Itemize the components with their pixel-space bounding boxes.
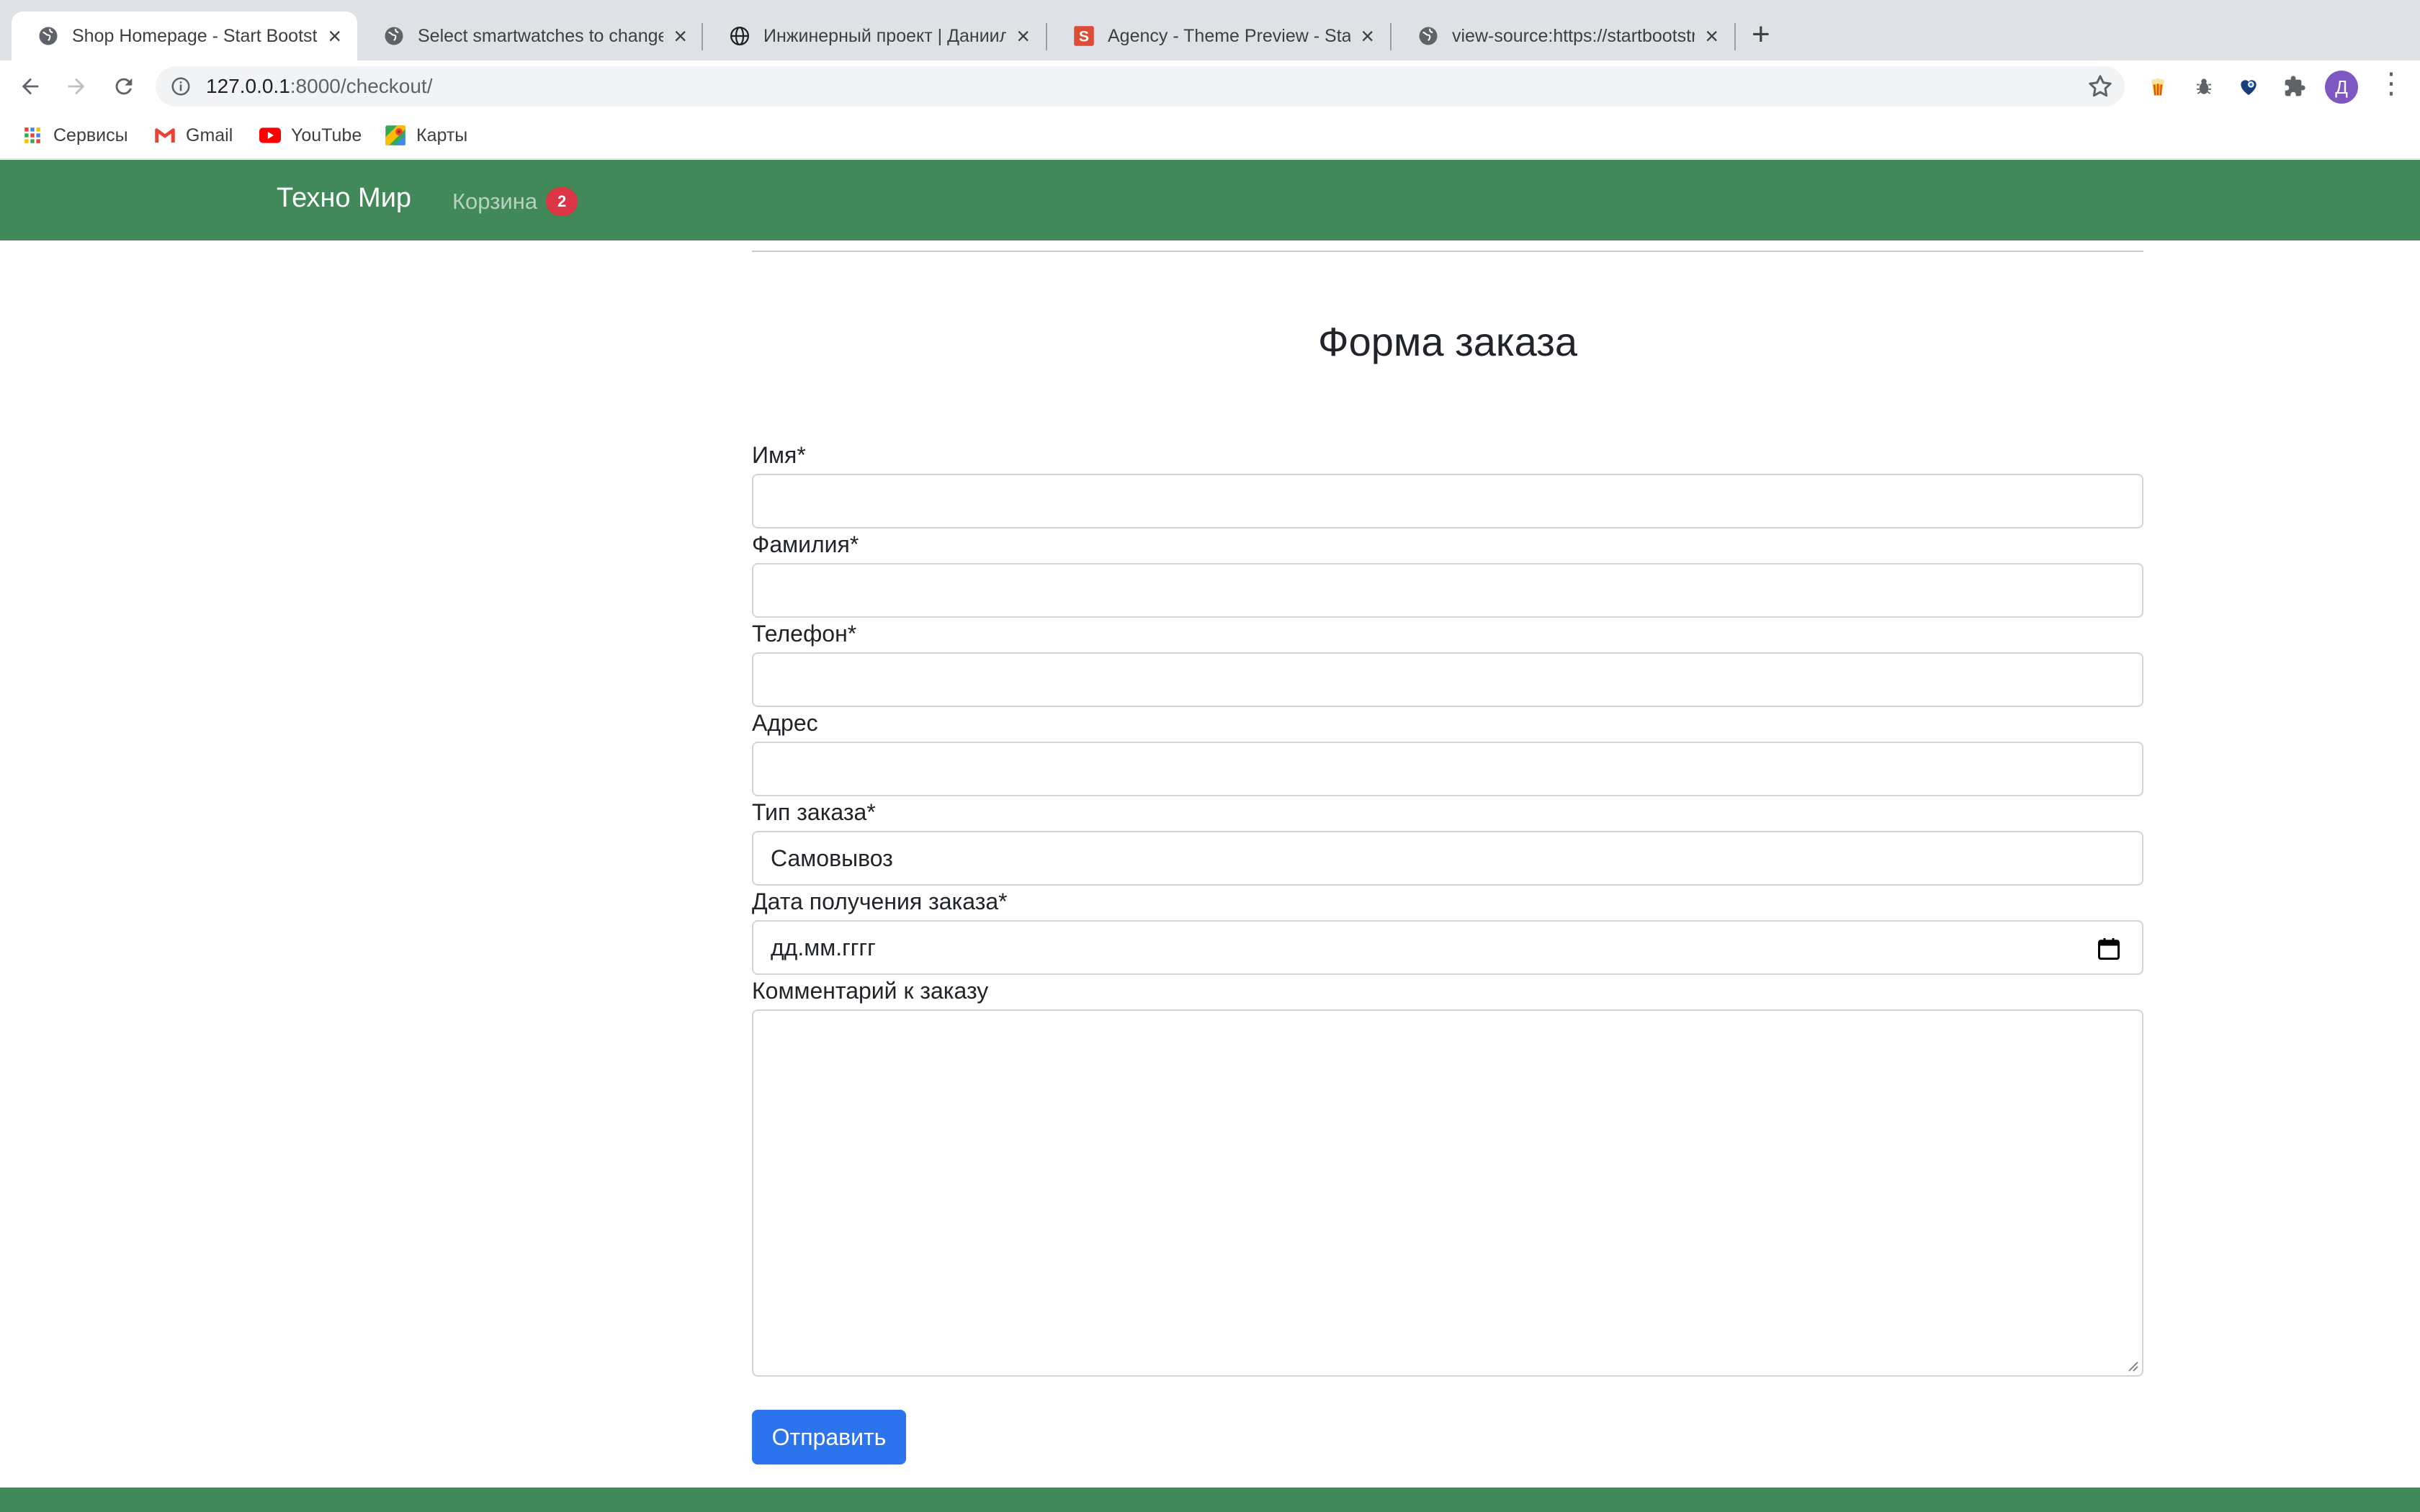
profile-avatar[interactable]: Д bbox=[2325, 71, 2358, 104]
more-menu-icon[interactable]: ⋮ bbox=[2377, 69, 2406, 98]
order-type-select[interactable]: Самовывоз bbox=[752, 831, 2143, 886]
close-icon[interactable]: × bbox=[673, 24, 687, 48]
browser-tab-1[interactable]: Shop Homepage - Start Bootstrap × bbox=[12, 12, 357, 60]
youtube-icon bbox=[259, 125, 281, 146]
startbootstrap-icon: S bbox=[1073, 25, 1095, 47]
new-tab-icon[interactable]: + bbox=[1752, 19, 1770, 50]
tab-title: Shop Homepage - Start Bootstrap bbox=[72, 25, 318, 46]
submit-button[interactable]: Отправить bbox=[752, 1410, 906, 1464]
popcorn-extension-icon[interactable] bbox=[2143, 72, 2172, 101]
globe-icon bbox=[1417, 25, 1439, 47]
bookmark-youtube[interactable]: YouTube bbox=[259, 121, 362, 150]
bookmark-label: Сервисы bbox=[53, 125, 128, 145]
comment-label: Комментарий к заказу bbox=[752, 978, 989, 1004]
gmail-icon bbox=[154, 125, 176, 146]
bookmark-star-icon[interactable] bbox=[2086, 72, 2115, 101]
cart-count-badge: 2 bbox=[546, 187, 578, 216]
phone-input[interactable] bbox=[752, 652, 2143, 707]
globe-icon bbox=[37, 25, 59, 47]
browser-tab-3[interactable]: Инжинерный проект | Даниил × bbox=[703, 12, 1046, 60]
order-type-label: Тип заказа* bbox=[752, 799, 876, 825]
address-input[interactable] bbox=[752, 742, 2143, 796]
maps-icon bbox=[385, 125, 406, 146]
url-text: 127.0.0.1:8000/checkout/ bbox=[206, 75, 432, 98]
first-name-input[interactable] bbox=[752, 474, 2143, 528]
extensions-puzzle-icon[interactable] bbox=[2280, 72, 2309, 101]
browser-tab-5[interactable]: view-source:https://startbootstrap × bbox=[1392, 12, 1734, 60]
tab-title: Agency - Theme Preview - Start bbox=[1108, 25, 1351, 46]
resize-handle-icon[interactable] bbox=[2125, 1358, 2139, 1372]
url-path: :8000/checkout/ bbox=[290, 75, 433, 97]
date-input[interactable]: дд.мм.гггг bbox=[752, 920, 2143, 975]
forward-icon[interactable] bbox=[56, 60, 97, 112]
bookmark-maps[interactable]: Карты bbox=[385, 121, 467, 150]
tab-title: Инжинерный проект | Даниил bbox=[763, 25, 1007, 46]
info-icon[interactable] bbox=[170, 76, 192, 97]
globe-icon bbox=[729, 25, 750, 47]
close-icon[interactable]: × bbox=[328, 24, 341, 48]
globe-icon bbox=[383, 25, 405, 47]
tab-title: Select smartwatches to change bbox=[418, 25, 664, 46]
date-placeholder: дд.мм.гггг bbox=[771, 934, 876, 960]
close-icon[interactable]: × bbox=[1705, 24, 1718, 48]
phone-label: Телефон* bbox=[752, 621, 857, 647]
apps-grid-icon bbox=[22, 125, 43, 146]
divider bbox=[752, 251, 2143, 252]
heart-extension-icon[interactable] bbox=[2234, 72, 2263, 101]
bookmarks-bar bbox=[0, 112, 2420, 159]
close-icon[interactable]: × bbox=[1016, 24, 1030, 48]
url-host: 127.0.0.1 bbox=[206, 75, 290, 97]
address-label: Адрес bbox=[752, 710, 818, 736]
svg-text:S: S bbox=[1079, 28, 1089, 45]
cart-label: Корзина bbox=[452, 189, 538, 214]
bookmark-label: YouTube bbox=[291, 125, 362, 145]
calendar-icon[interactable] bbox=[2096, 936, 2122, 962]
address-bar[interactable]: 127.0.0.1:8000/checkout/ bbox=[156, 66, 2125, 107]
brand-link[interactable]: Техно Мир bbox=[277, 183, 411, 214]
back-icon[interactable] bbox=[10, 60, 50, 112]
tab-title: view-source:https://startbootstrap bbox=[1452, 25, 1695, 46]
order-type-value: Самовывоз bbox=[771, 845, 893, 871]
date-label: Дата получения заказа* bbox=[752, 888, 1008, 914]
page-title: Форма заказа bbox=[1318, 319, 1577, 364]
comment-textarea[interactable] bbox=[752, 1009, 2143, 1377]
browser-tab-2[interactable]: Select smartwatches to change × bbox=[357, 12, 703, 60]
close-icon[interactable]: × bbox=[1361, 24, 1374, 48]
bookmark-services[interactable]: Сервисы bbox=[22, 121, 128, 150]
bookmark-label: Gmail bbox=[186, 125, 233, 145]
bookmark-label: Карты bbox=[416, 125, 468, 145]
browser-tab-4[interactable]: S Agency - Theme Preview - Start × bbox=[1047, 12, 1390, 60]
bug-extension-icon[interactable] bbox=[2190, 72, 2218, 101]
last-name-input[interactable] bbox=[752, 563, 2143, 618]
site-footer bbox=[0, 1488, 2420, 1512]
tab-separator bbox=[1734, 23, 1736, 50]
last-name-label: Фамилия* bbox=[752, 531, 859, 557]
cart-link[interactable]: Корзина 2 bbox=[452, 187, 578, 216]
first-name-label: Имя* bbox=[752, 442, 806, 468]
bookmark-gmail[interactable]: Gmail bbox=[154, 121, 233, 150]
reload-icon[interactable] bbox=[104, 60, 144, 112]
